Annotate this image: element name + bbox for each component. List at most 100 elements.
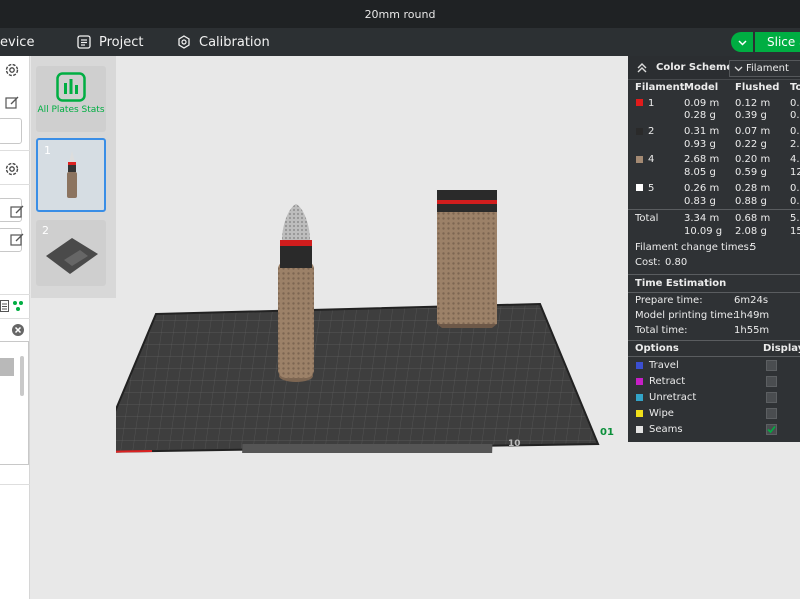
display-title: Display bbox=[763, 343, 800, 354]
divider bbox=[0, 184, 30, 185]
option-retract-checkbox[interactable] bbox=[766, 376, 777, 387]
filament-id: 1 bbox=[648, 98, 655, 109]
window-title-bar: 20mm round bbox=[0, 0, 800, 28]
project-list-icon bbox=[77, 35, 91, 49]
all-plates-stats-button[interactable]: All Plates Stats bbox=[36, 66, 106, 132]
total-flushed-weight: 2.08 g bbox=[735, 226, 767, 237]
tab-project[interactable]: Project bbox=[77, 28, 143, 56]
filament-id: 2 bbox=[648, 126, 655, 137]
model-length: 2.68 m bbox=[684, 154, 720, 165]
tab-project-label: Project bbox=[99, 34, 144, 50]
flushed-length: 0.20 m bbox=[735, 154, 771, 165]
chevron-down-icon bbox=[734, 66, 743, 72]
tab-calibration[interactable]: Calibration bbox=[177, 28, 270, 56]
option-retract-label: Retract bbox=[649, 376, 686, 387]
prepare-time-value: 6m24s bbox=[734, 295, 769, 306]
filament-settings-gear-icon[interactable] bbox=[4, 161, 20, 177]
total-time-value: 1h55m bbox=[734, 325, 770, 336]
printer-select-box[interactable] bbox=[0, 118, 22, 144]
slice-button[interactable]: Slice a bbox=[755, 32, 800, 52]
total-model-length: 3.34 m bbox=[684, 213, 720, 224]
unretract-color-swatch bbox=[636, 394, 643, 401]
bullet-model bbox=[278, 204, 314, 382]
slice-dropdown-button[interactable] bbox=[731, 32, 753, 52]
total-length: 0. bbox=[790, 98, 800, 109]
stats-chart-icon bbox=[56, 72, 86, 102]
plate-thumbnail-1[interactable]: 1 bbox=[36, 138, 106, 212]
total-weight: 12 bbox=[790, 167, 800, 178]
option-travel-label: Travel bbox=[649, 360, 679, 371]
block-model bbox=[437, 190, 497, 328]
total-model-weight: 10.09 g bbox=[684, 226, 723, 237]
x-axis bbox=[116, 450, 153, 453]
3d-viewport[interactable]: 01 10 bbox=[116, 56, 628, 599]
flushed-weight: 0.22 g bbox=[735, 139, 767, 150]
clear-search-icon[interactable] bbox=[11, 323, 25, 337]
option-unretract-checkbox[interactable] bbox=[766, 392, 777, 403]
total-weight: 0.4 bbox=[790, 110, 800, 121]
color-scheme-title: Color Scheme bbox=[656, 62, 734, 73]
flushed-length: 0.28 m bbox=[735, 183, 771, 194]
flushed-length: 0.12 m bbox=[735, 98, 771, 109]
calibration-gear-icon bbox=[178, 35, 190, 49]
header-model: Model bbox=[684, 82, 719, 93]
time-estimation-title: Time Estimation bbox=[635, 278, 727, 289]
edit-icon[interactable] bbox=[10, 233, 24, 247]
divider bbox=[628, 356, 800, 357]
printer-settings-gear-icon[interactable] bbox=[4, 62, 20, 78]
objects-tree-icon[interactable] bbox=[12, 300, 24, 312]
model-length: 0.26 m bbox=[684, 183, 720, 194]
left-settings-panel bbox=[0, 56, 30, 599]
option-seams-checkbox[interactable] bbox=[766, 424, 777, 435]
travel-color-swatch bbox=[636, 362, 643, 369]
model-length: 0.09 m bbox=[684, 98, 720, 109]
divider bbox=[0, 484, 30, 485]
edit-icon[interactable] bbox=[5, 96, 19, 110]
options-title: Options bbox=[635, 343, 679, 354]
option-travel-checkbox[interactable] bbox=[766, 360, 777, 371]
option-seams-label: Seams bbox=[649, 424, 683, 435]
object-list-scrollbar[interactable] bbox=[20, 356, 24, 396]
collapse-up-icon[interactable] bbox=[636, 62, 648, 74]
retract-color-swatch bbox=[636, 378, 643, 385]
filament-color-swatch bbox=[636, 99, 643, 106]
bed-plate-number-mark: 10 bbox=[508, 439, 521, 449]
plate-thumbnail-2[interactable]: 2 bbox=[36, 220, 106, 286]
divider bbox=[628, 292, 800, 293]
total-label: Total bbox=[635, 213, 659, 224]
tab-calibration-label: Calibration bbox=[199, 34, 270, 50]
plate-list: All Plates Stats 1 2 bbox=[31, 56, 116, 298]
filament-id: 5 bbox=[648, 183, 655, 194]
tab-device-label: evice bbox=[0, 34, 35, 50]
slice-control: Slice a bbox=[731, 32, 800, 52]
chevron-down-icon bbox=[737, 39, 747, 46]
color-scheme-select[interactable]: Filament bbox=[729, 60, 800, 77]
prepare-time-label: Prepare time: bbox=[635, 295, 703, 306]
divider bbox=[628, 209, 800, 210]
build-plate-label-strip bbox=[242, 444, 493, 453]
color-scheme-value: Filament bbox=[746, 63, 789, 74]
build-plate-scene: 01 10 bbox=[116, 190, 614, 453]
color-scheme-panel: Color Scheme Filament Filament Model Flu… bbox=[628, 56, 800, 442]
selected-object-row[interactable] bbox=[0, 358, 14, 376]
flushed-weight: 0.39 g bbox=[735, 110, 767, 121]
list-view-icon[interactable] bbox=[0, 300, 9, 312]
total-time-label: Total time: bbox=[635, 325, 688, 336]
filament-change-times-label: Filament change times: bbox=[635, 242, 753, 253]
tab-device[interactable]: evice bbox=[0, 28, 34, 56]
total-weight: 0.8 bbox=[790, 196, 800, 207]
model-weight: 0.93 g bbox=[684, 139, 716, 150]
flushed-weight: 0.88 g bbox=[735, 196, 767, 207]
total-weight: 2.3 bbox=[790, 139, 800, 150]
wipe-color-swatch bbox=[636, 410, 643, 417]
total-flushed-length: 0.68 m bbox=[735, 213, 771, 224]
plate-2-preview-image bbox=[46, 238, 98, 274]
model-length: 0.31 m bbox=[684, 126, 720, 137]
total-length: 0.8 bbox=[790, 183, 800, 194]
option-wipe-checkbox[interactable] bbox=[766, 408, 777, 419]
window-title: 20mm round bbox=[364, 7, 436, 21]
header-flushed: Flushed bbox=[735, 82, 780, 93]
object-list[interactable] bbox=[0, 341, 29, 465]
edit-icon[interactable] bbox=[10, 205, 24, 219]
option-unretract-label: Unretract bbox=[649, 392, 697, 403]
